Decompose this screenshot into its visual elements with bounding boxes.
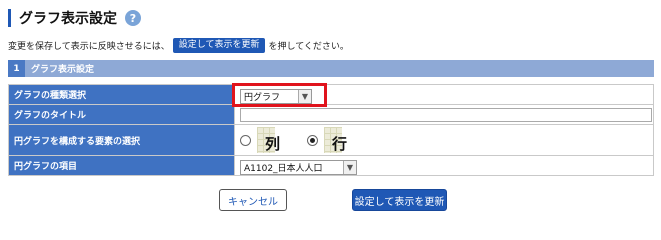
section-number: 1 [8,60,25,77]
chart-title-input[interactable] [240,107,652,122]
help-icon[interactable]: ? [125,10,141,26]
form-row-pie-elements: 円グラフを構成する要素の選択 列 行 [8,124,654,156]
pie-elements-label: 円グラフを構成する要素の選択 [8,124,235,156]
section-label: グラフ表示設定 [31,65,95,75]
chart-title-label: グラフのタイトル [8,104,235,125]
column-glyph-card: 列 [257,127,293,153]
pie-item-cell: A1102_日本人人口 ▼ [234,155,654,176]
settings-form: グラフの種類選択 円グラフ ▼ グラフのタイトル 円グラフを構成する要素の選択 … [8,84,654,176]
title-accent-bar [8,9,11,27]
page-header: グラフ表示設定 ? [8,8,141,28]
highlight-annotation [232,83,327,107]
instruction-text: 変更を保存して表示に反映させるには、 設定して表示を更新 を押してください。 [8,37,349,53]
column-glyph: 列 [265,135,281,153]
row-glyph-card: 行 [324,127,360,153]
chart-title-cell [234,104,654,125]
apply-settings-button[interactable]: 設定して表示を更新 [352,189,447,211]
pie-item-value: A1102_日本人人口 [244,164,323,174]
row-glyph: 行 [332,135,348,153]
radio-column[interactable] [240,134,251,146]
chevron-down-icon: ▼ [343,161,356,174]
pie-item-select[interactable]: A1102_日本人人口 ▼ [240,160,357,175]
instruction-inline-button: 設定して表示を更新 [172,37,266,53]
instruction-before: 変更を保存して表示に反映させるには、 [8,41,170,52]
page-title: グラフ表示設定 [19,11,117,27]
form-row-pie-item: 円グラフの項目 A1102_日本人人口 ▼ [8,155,654,176]
chart-type-label: グラフの種類選択 [8,84,235,105]
pie-elements-cell: 列 行 [234,124,654,156]
instruction-after: を押してください。 [268,41,349,52]
section-header: 1 グラフ表示設定 [8,60,654,77]
pie-item-label: 円グラフの項目 [8,155,235,176]
radio-row[interactable] [307,134,318,146]
form-row-chart-title: グラフのタイトル [8,104,654,125]
form-row-chart-type: グラフの種類選択 円グラフ ▼ [8,84,654,105]
cancel-button[interactable]: キャンセル [219,189,287,211]
pie-elements-radio-group: 列 行 [240,125,653,155]
